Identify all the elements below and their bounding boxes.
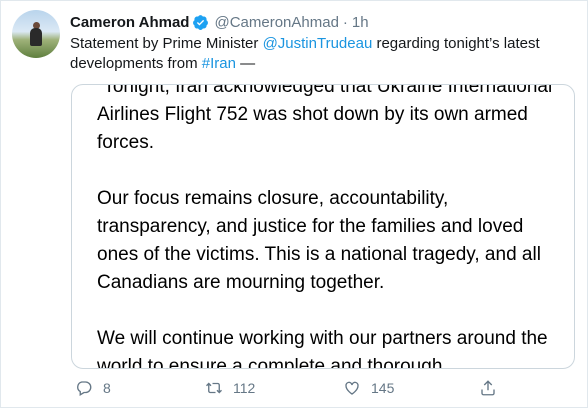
tweet-header: Cameron Ahmad @CameronAhmad · 1h	[70, 12, 369, 32]
retweet-button[interactable]: 112	[205, 379, 255, 397]
separator-dot: ·	[342, 13, 348, 31]
timestamp[interactable]: 1h	[352, 14, 369, 31]
user-handle[interactable]: @CameronAhmad	[214, 14, 338, 31]
statement-text: “Tonight, Iran acknowledged that Ukraine…	[97, 84, 567, 369]
display-name[interactable]: Cameron Ahmad	[70, 14, 189, 31]
hashtag-link[interactable]: #Iran	[202, 55, 236, 72]
reply-button[interactable]: 8	[75, 379, 111, 397]
tweet-container[interactable]: Cameron Ahmad @CameronAhmad · 1h Stateme…	[0, 0, 588, 408]
like-count: 145	[371, 380, 395, 396]
avatar-figure	[30, 28, 42, 46]
tweet-text: Statement by Prime Minister @JustinTrude…	[70, 34, 570, 74]
reply-icon	[77, 381, 92, 396]
share-button[interactable]	[479, 379, 507, 397]
statement-image-card[interactable]: “Tonight, Iran acknowledged that Ukraine…	[71, 84, 575, 369]
statement-paragraph: “Tonight, Iran acknowledged that Ukraine…	[97, 84, 553, 153]
tweet-actions: 8 112 145	[71, 379, 501, 401]
like-icon	[345, 381, 359, 395]
tweet-text-part: —	[235, 55, 256, 72]
statement-paragraph: We will continue working with our partne…	[97, 328, 548, 369]
reply-count: 8	[103, 380, 111, 396]
retweet-count: 112	[233, 380, 256, 396]
avatar[interactable]	[12, 10, 60, 58]
mention-link[interactable]: @JustinTrudeau	[263, 35, 373, 52]
retweet-icon	[206, 382, 222, 394]
like-button[interactable]: 145	[343, 379, 394, 397]
verified-badge-icon	[192, 14, 209, 31]
tweet-text-part: Statement by Prime Minister	[70, 35, 263, 52]
statement-paragraph: Our focus remains closure, accountabilit…	[97, 188, 541, 293]
share-icon	[481, 380, 495, 396]
